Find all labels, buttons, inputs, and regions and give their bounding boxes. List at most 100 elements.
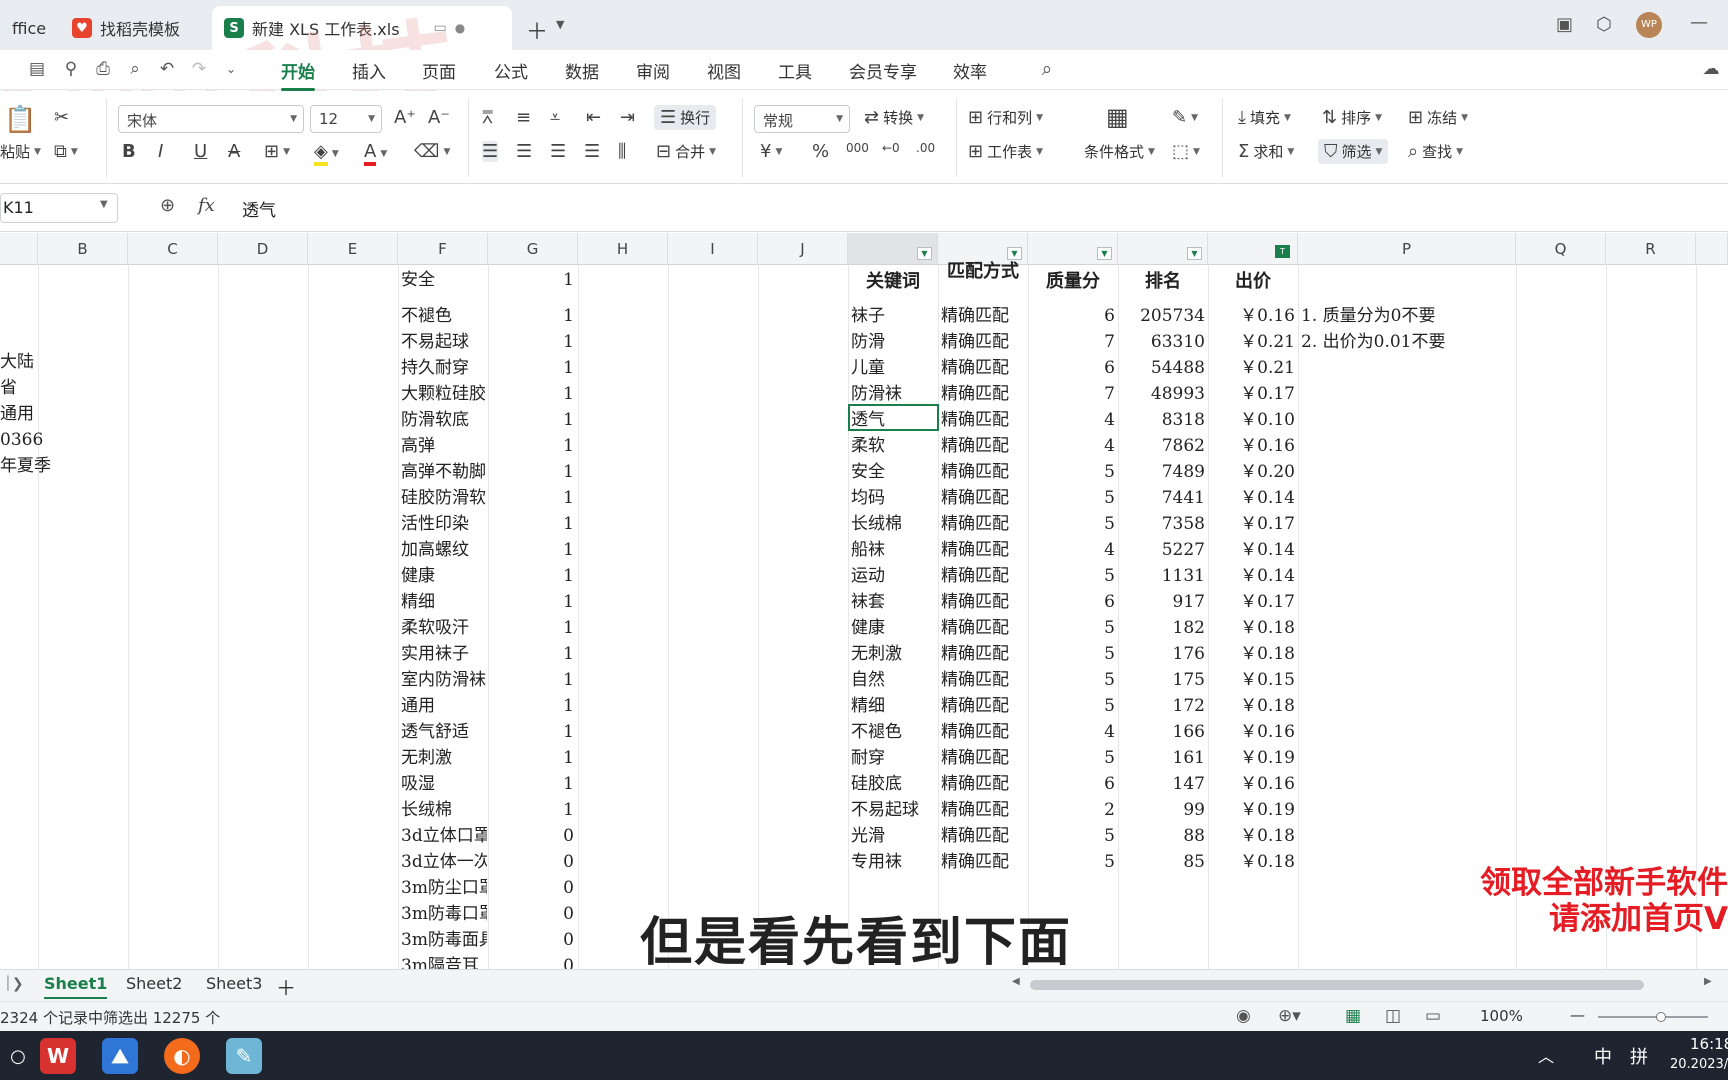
align-bottom-icon[interactable]: ⩡ xyxy=(550,107,560,128)
cell-g[interactable]: 1 xyxy=(490,433,574,459)
table-cell-keyword[interactable]: 不易起球 xyxy=(851,797,937,823)
cell-g[interactable]: 0 xyxy=(490,875,574,901)
cell-f[interactable]: 吸湿 xyxy=(401,771,487,797)
menu-formula[interactable]: 公式 xyxy=(494,58,528,83)
table-cell-rank[interactable]: 917 xyxy=(1121,589,1205,615)
table-cell-keyword[interactable]: 安全 xyxy=(851,459,937,485)
cell-g[interactable]: 1 xyxy=(490,719,574,745)
cell-f[interactable]: 高弹 xyxy=(401,433,487,459)
cell-f[interactable]: 大颗粒硅胶 xyxy=(401,381,487,407)
indent-icon[interactable]: ⇥ xyxy=(620,107,635,128)
cell-g[interactable]: 1 xyxy=(490,693,574,719)
table-cell-bid[interactable]: ￥0.19 xyxy=(1211,797,1295,823)
cut-icon[interactable]: ✂ xyxy=(54,107,69,128)
table-cell-rank[interactable]: 88 xyxy=(1121,823,1205,849)
column-header-i[interactable]: I xyxy=(668,233,758,265)
align-right-icon[interactable]: ☰ xyxy=(550,141,566,162)
formula-input[interactable]: 透气 xyxy=(242,196,276,221)
cell-f[interactable]: 柔软吸汗 xyxy=(401,615,487,641)
minimize-icon[interactable]: — xyxy=(1690,12,1708,33)
table-header[interactable]: 质量分 xyxy=(1030,269,1116,295)
table-cell-keyword[interactable]: 运动 xyxy=(851,563,937,589)
page-layout-icon[interactable]: ◫ xyxy=(1385,1006,1401,1026)
table-cell-bid[interactable]: ￥0.18 xyxy=(1211,615,1295,641)
note-text[interactable]: 2. 出价为0.01不要 xyxy=(1301,329,1515,355)
number-format-select[interactable]: 常规 ▼ xyxy=(754,105,850,133)
cell-g[interactable]: 0 xyxy=(490,823,574,849)
cell-g[interactable]: 1 xyxy=(490,771,574,797)
menu-efficiency[interactable]: 效率 xyxy=(953,58,987,83)
wrap-text-button[interactable]: ☰ 换行 xyxy=(654,105,717,130)
column-header-p[interactable]: P xyxy=(1298,233,1516,265)
column-header-d[interactable]: D xyxy=(218,233,308,265)
border-icon[interactable]: ⊞ ▼ xyxy=(264,141,290,162)
table-cell-rank[interactable]: 166 xyxy=(1121,719,1205,745)
menu-tools[interactable]: 工具 xyxy=(778,58,812,83)
table-cell-quality[interactable]: 5 xyxy=(1031,615,1115,641)
cell-f[interactable]: 室内防滑袜 xyxy=(401,667,487,693)
table-cell-keyword[interactable]: 耐穿 xyxy=(851,745,937,771)
cell-f[interactable]: 透气舒适 xyxy=(401,719,487,745)
table-cell-keyword[interactable]: 不褪色 xyxy=(851,719,937,745)
table-cell-keyword[interactable]: 自然 xyxy=(851,667,937,693)
freeze-button[interactable]: ⊞ 冻结 ▼ xyxy=(1408,107,1468,128)
chevron-down-icon[interactable]: ▼ xyxy=(556,18,564,31)
table-cell-bid[interactable]: ￥0.14 xyxy=(1211,563,1295,589)
table-cell-match[interactable]: 精确匹配 xyxy=(941,797,1027,823)
table-cell-rank[interactable]: 176 xyxy=(1121,641,1205,667)
column-header-e[interactable]: E xyxy=(308,233,398,265)
table-cell-bid[interactable]: ￥0.21 xyxy=(1211,329,1295,355)
paste-icon[interactable]: 📋 xyxy=(4,105,36,135)
cell-g[interactable]: 1 xyxy=(490,537,574,563)
table-cell-match[interactable]: 精确匹配 xyxy=(941,537,1027,563)
font-name-select[interactable]: 宋体 ▼ xyxy=(118,105,304,133)
table-cell-match[interactable]: 精确匹配 xyxy=(941,433,1027,459)
cell-g[interactable]: 1 xyxy=(490,511,574,537)
layout-icon[interactable]: ▣ xyxy=(1556,14,1573,35)
table-cell-quality[interactable]: 4 xyxy=(1031,407,1115,433)
ime-pinyin[interactable]: 拼 xyxy=(1630,1043,1648,1069)
cell-g[interactable]: 0 xyxy=(490,849,574,875)
shape-icon[interactable]: ⬚ ▼ xyxy=(1172,141,1200,162)
share-icon[interactable]: ⚲ xyxy=(60,58,82,80)
table-cell-bid[interactable]: ￥0.16 xyxy=(1211,719,1295,745)
align-center-icon[interactable]: ☰ xyxy=(516,141,532,162)
table-cell-rank[interactable]: 205734 xyxy=(1121,303,1205,329)
menu-page[interactable]: 页面 xyxy=(422,58,456,83)
cell-f[interactable]: 无刺激 xyxy=(401,745,487,771)
table-cell-quality[interactable]: 7 xyxy=(1031,329,1115,355)
cell-g[interactable]: 1 xyxy=(490,563,574,589)
cell-g[interactable]: 1 xyxy=(490,641,574,667)
table-cell-quality[interactable]: 5 xyxy=(1031,641,1115,667)
percent-button[interactable]: % xyxy=(812,141,829,162)
cell-f[interactable]: 3m防毒口罩 xyxy=(401,901,487,927)
table-cell-keyword[interactable]: 无刺激 xyxy=(851,641,937,667)
column-header-g[interactable]: G xyxy=(488,233,578,265)
table-cell-keyword[interactable]: 长绒棉 xyxy=(851,511,937,537)
table-cell-quality[interactable]: 5 xyxy=(1031,485,1115,511)
strikethrough-button[interactable]: A xyxy=(228,141,240,162)
add-sheet-icon[interactable]: ＋ xyxy=(276,972,296,1001)
align-top-icon[interactable]: ⩞ xyxy=(482,107,493,128)
distribute-icon[interactable]: ⫼ xyxy=(618,141,626,162)
cell-f[interactable]: 长绒棉 xyxy=(401,797,487,823)
eye-icon[interactable]: ◉ xyxy=(1236,1006,1251,1026)
underline-button[interactable]: U xyxy=(194,141,207,162)
table-cell-match[interactable]: 精确匹配 xyxy=(941,459,1027,485)
table-cell-rank[interactable]: 1131 xyxy=(1121,563,1205,589)
table-cell-bid[interactable]: ￥0.10 xyxy=(1211,407,1295,433)
table-cell-match[interactable]: 精确匹配 xyxy=(941,381,1027,407)
table-cell-rank[interactable]: 7489 xyxy=(1121,459,1205,485)
cell-g[interactable]: 0 xyxy=(490,953,574,969)
table-cell-match[interactable]: 精确匹配 xyxy=(941,745,1027,771)
locate-icon[interactable]: ⊕▾ xyxy=(1278,1006,1301,1026)
align-left-icon[interactable]: ☰ xyxy=(482,141,499,162)
cell-g[interactable]: 1 xyxy=(490,615,574,641)
cell-g[interactable]: 0 xyxy=(490,901,574,927)
table-cell-match[interactable]: 精确匹配 xyxy=(941,719,1027,745)
table-cell-quality[interactable]: 5 xyxy=(1031,693,1115,719)
cell-f[interactable]: 3m隔音耳 xyxy=(401,953,487,969)
menu-insert[interactable]: 插入 xyxy=(352,58,386,83)
column-header-j[interactable]: J xyxy=(758,233,848,265)
table-cell-match[interactable]: 精确匹配 xyxy=(941,407,1027,433)
